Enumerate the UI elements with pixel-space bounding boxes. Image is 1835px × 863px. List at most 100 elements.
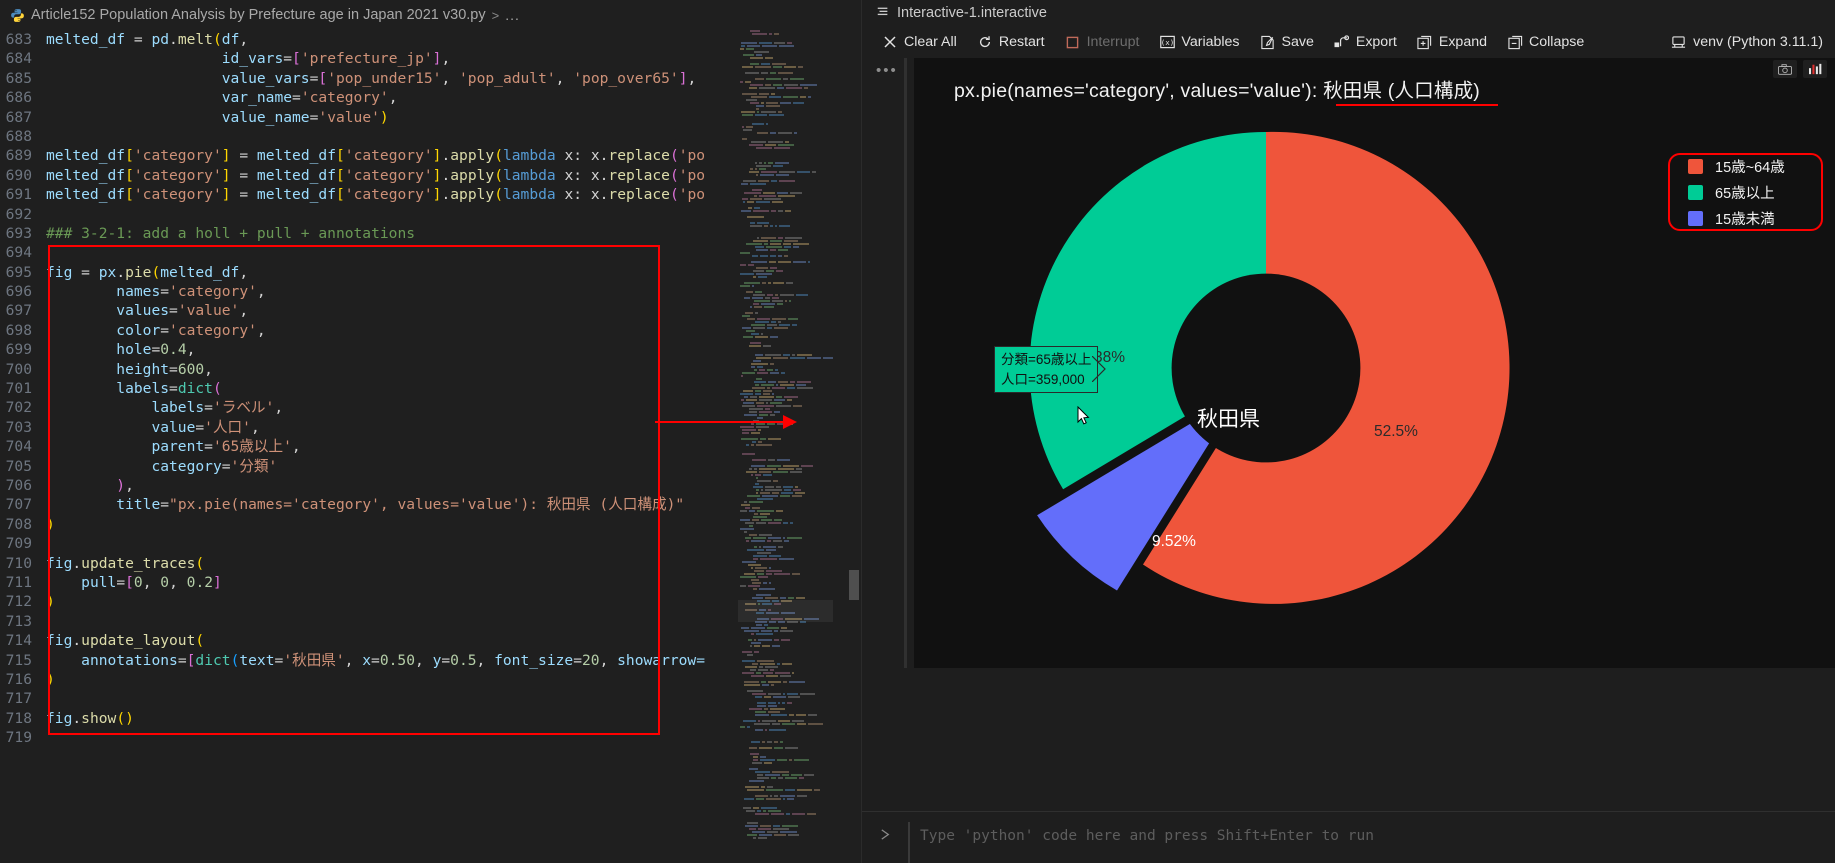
minimap-slider[interactable] — [738, 600, 833, 622]
minimap-segment — [758, 441, 762, 443]
minimap-segment — [772, 357, 788, 359]
cell-gutter: ••• — [862, 58, 914, 863]
minimap-segment — [766, 570, 782, 572]
minimap-segment — [750, 225, 762, 227]
collapse-button[interactable]: Collapse — [1497, 31, 1594, 53]
minimap-segment — [741, 375, 743, 377]
kernel-selector[interactable]: venv (Python 3.11.1) — [1670, 34, 1835, 50]
minimap-segment — [741, 111, 755, 113]
interrupt-label: Interrupt — [1086, 34, 1140, 50]
minimap-segment — [796, 597, 805, 599]
breadcrumb[interactable]: Article152 Population Analysis by Prefec… — [0, 0, 861, 30]
expand-button[interactable]: Expand — [1407, 31, 1497, 53]
minimap-segment — [754, 306, 762, 308]
minimap-segment — [744, 684, 760, 686]
minimap-segment — [750, 396, 757, 398]
code-line[interactable]: 683 melted_df = pd.melt(df, — [0, 30, 861, 49]
code-line[interactable]: 699 hole=0.4, — [0, 340, 861, 359]
code-line[interactable]: 717 — [0, 689, 861, 708]
interactive-tab-title[interactable]: Interactive-1.interactive — [897, 5, 1047, 21]
code-line[interactable]: 715 annotations=[dict(text='秋田県', x=0.50… — [0, 651, 861, 670]
code-line[interactable]: 685 value_vars=['pop_under15', 'pop_adul… — [0, 69, 861, 88]
code-line[interactable]: 700 height=600, — [0, 360, 861, 379]
minimap-segment — [761, 807, 777, 809]
minimap-segment — [758, 429, 761, 431]
code-line[interactable]: 704 parent='65歳以上', — [0, 437, 861, 456]
code-line[interactable]: 713 — [0, 612, 861, 631]
code-line[interactable]: 708) — [0, 515, 861, 534]
minimap-segment — [777, 663, 780, 665]
code-lines[interactable]: 683 melted_df = pd.melt(df, 684 id_vars=['… — [0, 30, 861, 747]
code-line[interactable]: 718 fig.show() — [0, 709, 861, 728]
minimap-segment — [760, 438, 766, 440]
editor-minimap[interactable] — [738, 30, 833, 863]
code-line[interactable]: 690 melted_df['category'] = melted_df['ca… — [0, 166, 861, 185]
breadcrumb-more[interactable]: ... — [505, 7, 520, 23]
scrollbar-thumb[interactable] — [849, 570, 859, 600]
bar-chart-icon[interactable] — [1803, 60, 1827, 78]
minimap-segment — [785, 210, 791, 212]
code-line[interactable]: 706 ), — [0, 476, 861, 495]
code-line[interactable]: 714 fig.update_layout( — [0, 631, 861, 650]
minimap-segment — [745, 72, 759, 74]
code-line[interactable]: 705 category='分類' — [0, 457, 861, 476]
camera-icon[interactable] — [1773, 60, 1797, 78]
code-line[interactable]: 686 var_name='category', — [0, 88, 861, 107]
minimap-segment — [777, 303, 783, 305]
minimap-segment — [757, 552, 771, 554]
code-line[interactable]: 716) — [0, 670, 861, 689]
variables-button[interactable]: (x) Variables — [1149, 31, 1249, 53]
code-line[interactable]: 710 fig.update_traces( — [0, 554, 861, 573]
code-text: melted_df['category'] = melted_df['categ… — [46, 186, 706, 204]
code-line[interactable]: 702 labels='ラベル', — [0, 398, 861, 417]
code-text: labels=dict( — [116, 380, 222, 398]
interactive-input-area[interactable]: Type 'python' code here and press Shift+… — [862, 811, 1835, 863]
interactive-tab[interactable]: Interactive-1.interactive — [862, 0, 1835, 26]
code-line[interactable]: 684 id_vars=['prefecture_jp'], — [0, 49, 861, 68]
plotly-output[interactable]: px.pie(names='category', values='value')… — [914, 58, 1835, 668]
minimap-segment — [742, 93, 757, 95]
code-line[interactable]: 692 — [0, 205, 861, 224]
code-line[interactable]: 698 color='category', — [0, 321, 861, 340]
code-line[interactable]: 689 melted_df['category'] = melted_df['ca… — [0, 146, 861, 165]
code-line[interactable]: 696 names='category', — [0, 282, 861, 301]
code-line[interactable]: 712) — [0, 592, 861, 611]
code-editor[interactable]: 683 melted_df = pd.melt(df, 684 id_vars=['… — [0, 30, 861, 863]
plot-toolbar[interactable] — [1773, 60, 1827, 78]
code-input-field[interactable]: Type 'python' code here and press Shift+… — [908, 822, 1807, 863]
breadcrumb-filename[interactable]: Article152 Population Analysis by Prefec… — [31, 7, 486, 23]
code-line[interactable]: 687 value_name='value') — [0, 108, 861, 127]
save-button[interactable]: Save — [1250, 31, 1324, 53]
minimap-segment — [783, 354, 790, 356]
code-line[interactable]: 691 melted_df['category'] = melted_df['ca… — [0, 185, 861, 204]
code-line[interactable]: 688 — [0, 127, 861, 146]
code-line[interactable]: 719 — [0, 728, 861, 747]
minimap-segment — [763, 810, 766, 812]
code-line[interactable]: 693 ### 3-2-1: add a holl + pull + annota… — [0, 224, 861, 243]
code-line[interactable]: 711 pull=[0, 0, 0.2] — [0, 573, 861, 592]
code-line[interactable]: 694 — [0, 243, 861, 262]
minimap-segment — [751, 627, 765, 629]
code-line[interactable]: 703 value='人口', — [0, 418, 861, 437]
export-button[interactable]: Export — [1324, 31, 1407, 53]
minimap-segment — [764, 762, 772, 764]
minimap-segment — [749, 780, 764, 782]
cell-menu-dots[interactable]: ••• — [876, 62, 898, 79]
minimap-segment — [749, 525, 753, 527]
clear-all-button[interactable]: Clear All — [872, 31, 967, 53]
restart-button[interactable]: Restart — [967, 31, 1055, 53]
line-number: 689 — [5, 147, 32, 165]
minimap-segment — [774, 573, 790, 575]
line-number: 687 — [5, 108, 32, 126]
interactive-toolbar[interactable]: Clear All Restart Interrupt (x) Variables Sav… — [862, 26, 1835, 58]
editor-scrollbar[interactable] — [847, 30, 861, 863]
minimap-segment — [768, 381, 776, 383]
code-line[interactable]: 707 title="px.pie(names='category', valu… — [0, 495, 861, 514]
minimap-segment — [749, 144, 763, 146]
code-line[interactable]: 709 — [0, 534, 861, 553]
code-line[interactable]: 697 values='value', — [0, 301, 861, 320]
code-line[interactable]: 695 fig = px.pie(melted_df, — [0, 263, 861, 282]
run-chevron-icon[interactable] — [862, 822, 908, 841]
code-line[interactable]: 701 labels=dict( — [0, 379, 861, 398]
minimap-segment — [759, 369, 765, 371]
